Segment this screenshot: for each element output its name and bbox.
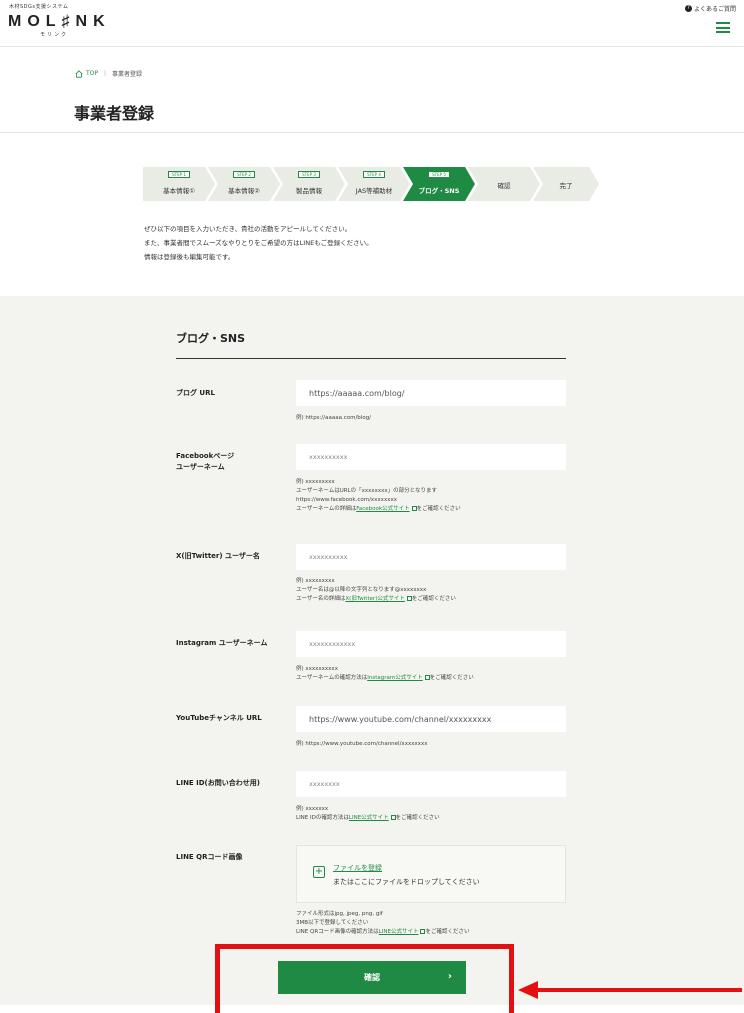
step-2-label: 基本情報②: [228, 187, 260, 195]
instagram-label: Instagram ユーザーネーム: [176, 639, 268, 647]
upload-file-link[interactable]: ファイルを登録: [333, 863, 382, 873]
breadcrumb: TOP | 事業者登録: [75, 69, 142, 78]
instagram-help-example: 例) xxxxxxxxxx: [296, 666, 338, 672]
intro-line-2: また、事業者間でスムーズなやりとりをご希望の方はLINEもご登録ください。: [144, 239, 373, 247]
step-3: STEP 3 製品情報: [273, 167, 345, 201]
upload-drop-hint: またはここにファイルをドロップしてください: [333, 878, 480, 886]
line-qr-help: ファイル形式はjpg, jpeg, png, gif 3MB以下で登録してくださ…: [296, 910, 469, 937]
step-complete-label: 完了: [559, 182, 573, 190]
instagram-help-suffix: をご確認ください: [429, 675, 474, 681]
step-5-label: ブログ・SNS: [418, 187, 460, 195]
youtube-help: 例) https://www.youtube.com/channel/xxxxx…: [296, 741, 428, 747]
home-icon: [75, 69, 83, 78]
step-5-number: STEP 5: [428, 171, 450, 178]
breadcrumb-home-label: TOP: [86, 70, 99, 77]
facebook-help: 例) xxxxxxxxx ユーザーネームはURLの「xxxxxxxx」の部分とな…: [296, 478, 461, 514]
line-id-input[interactable]: [296, 771, 566, 797]
site-header: 木材SDGs支援システム MOL♯NK モリンク ? よくあるご質問: [0, 0, 744, 46]
step-4-label: JAS等補助材: [355, 187, 393, 195]
twitter-help-suffix: をご確認ください: [411, 596, 456, 602]
instagram-help-prefix: ユーザーネームの確認方法は: [296, 675, 368, 681]
step-confirm: 確認: [468, 167, 540, 201]
line-qr-help-format: ファイル形式はjpg, jpeg, png, gif: [296, 911, 383, 917]
annotation-arrow-icon: [518, 981, 742, 999]
facebook-help-prefix: ユーザーネームの詳細は: [296, 506, 357, 512]
section-title: ブログ・SNS: [176, 332, 246, 345]
faq-link[interactable]: ? よくあるご質問: [684, 4, 736, 13]
step-2: STEP 2 基本情報②: [208, 167, 280, 201]
line-id-help-suffix: をご確認ください: [395, 815, 440, 821]
step-4: STEP 4 JAS等補助材: [338, 167, 410, 201]
facebook-label-line-1: Facebookページ: [176, 452, 235, 460]
twitter-help-example: 例) xxxxxxxxx: [296, 578, 335, 584]
line-id-help-example: 例) xxxxxxx: [296, 806, 329, 812]
twitter-help-note: ユーザー名は@以降の文字列となります@xxxxxxxx: [296, 587, 427, 593]
logo-kana: モリンク: [40, 32, 69, 38]
instagram-help: 例) xxxxxxxxxx ユーザーネームの確認方法はInstagram公式サイ…: [296, 665, 474, 683]
step-4-number: STEP 4: [363, 171, 385, 178]
logo-tagline: 木材SDGs支援システム: [9, 4, 69, 10]
breadcrumb-current: 事業者登録: [112, 71, 143, 78]
blog-url-label: ブログ URL: [176, 389, 215, 397]
step-1: STEP 1 基本情報①: [143, 167, 215, 201]
blog-url-help: 例) https://aaaaa.com/blog/: [296, 415, 372, 421]
intro-line-3: 情報は登録後も編集可能です。: [144, 253, 235, 261]
step-3-label: 製品情報: [296, 187, 322, 195]
line-id-help: 例) xxxxxxx LINE IDの確認方法はLINE公式サイト をご確認くださ…: [296, 805, 440, 823]
step-progress: STEP 1 基本情報① STEP 2 基本情報② STEP 3 製品情報 ST…: [143, 167, 599, 201]
facebook-help-note: ユーザーネームはURLの「xxxxxxxx」の部分となります: [296, 488, 438, 494]
line-qr-help-prefix: LINE QRコード画像の確認方法は: [296, 929, 379, 935]
twitter-username-input[interactable]: [296, 544, 566, 570]
step-3-number: STEP 3: [298, 171, 320, 178]
facebook-help-example: 例) xxxxxxxxx: [296, 479, 335, 485]
step-2-number: STEP 2: [233, 171, 255, 178]
intro-text: ぜひ以下の項目を入力いただき、貴社の活動をアピールしてください。 また、事業者間…: [144, 222, 373, 264]
section-divider: [176, 358, 566, 359]
step-1-label: 基本情報①: [163, 187, 195, 195]
facebook-label-line-2: ユーザーネーム: [176, 463, 225, 471]
highlight-box: [215, 944, 514, 1013]
twitter-official-link[interactable]: X(旧Twitter)公式サイト: [345, 596, 405, 602]
instagram-username-input[interactable]: [296, 631, 566, 657]
question-icon: ?: [684, 5, 692, 12]
step-5-active: STEP 5 ブログ・SNS: [403, 167, 475, 201]
line-qr-label: LINE QRコード画像: [176, 853, 243, 861]
blog-url-input[interactable]: [296, 380, 566, 406]
step-confirm-label: 確認: [497, 182, 511, 190]
facebook-official-link[interactable]: Facebook公式サイト: [356, 506, 409, 512]
line-qr-official-link[interactable]: LINE公式サイト: [379, 929, 419, 935]
line-qr-help-suffix: をご確認ください: [425, 929, 470, 935]
breadcrumb-home[interactable]: TOP: [75, 69, 99, 78]
youtube-label: YouTubeチャンネル URL: [176, 714, 262, 722]
step-1-number: STEP 1: [168, 171, 190, 178]
line-id-label: LINE ID(お問い合わせ用): [176, 779, 260, 787]
twitter-label: X(旧Twitter) ユーザー名: [176, 552, 260, 560]
instagram-official-link[interactable]: Instagram公式サイト: [367, 675, 422, 681]
title-divider: [0, 132, 744, 133]
facebook-username-input[interactable]: [296, 444, 566, 470]
intro-line-1: ぜひ以下の項目を入力いただき、貴社の活動をアピールしてください。: [144, 225, 352, 233]
header-divider: [0, 46, 744, 47]
line-official-link[interactable]: LINE公式サイト: [349, 815, 389, 821]
youtube-url-input[interactable]: [296, 706, 566, 732]
logo[interactable]: MOL♯NK: [8, 13, 111, 31]
line-id-help-prefix: LINE IDの確認方法は: [296, 815, 349, 821]
facebook-help-suffix: をご確認ください: [416, 506, 461, 512]
faq-label: よくあるご質問: [693, 6, 736, 13]
twitter-help-prefix: ユーザー名の詳細は: [296, 596, 346, 602]
breadcrumb-separator: |: [104, 70, 107, 77]
line-qr-help-size: 3MB以下で登録してください: [296, 920, 369, 926]
hamburger-menu-icon[interactable]: [716, 22, 730, 33]
facebook-help-url: https://www.facebook.com/xxxxxxxx: [296, 497, 397, 503]
step-complete: 完了: [533, 167, 599, 201]
page-title: 事業者登録: [74, 104, 155, 123]
add-file-icon: +: [313, 866, 325, 878]
twitter-help: 例) xxxxxxxxx ユーザー名は@以降の文字列となります@xxxxxxxx…: [296, 577, 456, 604]
facebook-label: Facebookページ ユーザーネーム: [176, 451, 234, 473]
file-upload-dropzone[interactable]: + ファイルを登録 またはここにファイルをドロップしてください: [296, 845, 566, 903]
